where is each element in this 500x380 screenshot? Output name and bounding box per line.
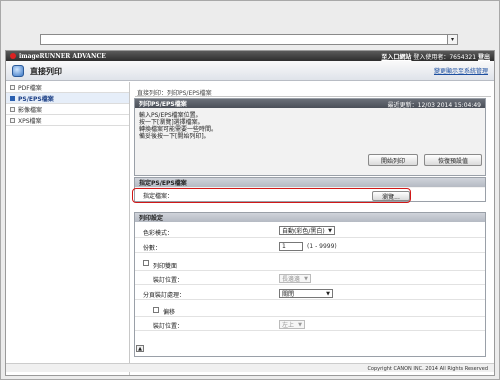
instruction-line: 按一下[瀏覽]選擇檔案。 [139, 119, 204, 126]
color-mode-label: 色彩模式： [143, 230, 174, 237]
duplex-checkbox[interactable] [143, 260, 149, 266]
footer: Copyright CANON INC. 2014 All Rights Res… [6, 363, 494, 372]
file-row: 指定檔案： [135, 188, 485, 201]
color-mode-select[interactable]: 自動(彩色/黑白) ▼ [279, 226, 335, 235]
duplex-label: 列印雙面 [153, 263, 178, 270]
staple-select[interactable]: 左上 ▼ [279, 320, 305, 329]
settings-panel-header: 列印設定 [135, 213, 485, 222]
offset-row: 偏移 [135, 303, 485, 317]
admin-mode-link[interactable]: 變更顯示至系統管理 [434, 66, 488, 75]
sidebar-item-label: PS/EPS檔案 [18, 95, 54, 103]
sidebar-item-xps[interactable]: XPS檔案 [6, 115, 129, 126]
chevron-down-icon: ▾ [450, 36, 454, 43]
duplex-row: 列印雙面 [135, 257, 485, 271]
sidebar-item-pdf[interactable]: PDF檔案 [6, 82, 129, 93]
binding-label: 裝訂位置： [153, 277, 184, 284]
settings-panel: 列印設定 色彩模式： 自動(彩色/黑白) ▼ 份數： 1 (1 - 9999) 列… [134, 212, 486, 357]
offset-checkbox[interactable] [153, 307, 159, 313]
print-panel-title: 列印PS/EPS檔案 [139, 101, 187, 108]
finishing-select[interactable]: 關閉 ▼ [279, 289, 333, 298]
portal-link[interactable]: 至入口網站 [381, 54, 411, 61]
brand-bar: imageRUNNER ADVANCE 至入口網站 登入使用者：7654321 … [6, 51, 494, 61]
file-label: 指定檔案： [143, 193, 174, 200]
scroll-top-button[interactable]: ▲ [136, 345, 144, 352]
staple-value: 左上 [282, 322, 295, 329]
direct-print-icon [12, 65, 24, 77]
browser-frame: ▾ imageRUNNER ADVANCE 至入口網站 登入使用者：765432… [0, 0, 500, 380]
copyright: Copyright CANON INC. 2014 All Rights Res… [367, 366, 488, 372]
color-mode-row: 色彩模式： 自動(彩色/黑白) ▼ [135, 224, 485, 238]
copies-label: 份數： [143, 245, 162, 252]
browse-button[interactable]: 瀏覽... [372, 191, 410, 201]
finishing-row: 分頁裝訂處理： 關閉 ▼ [135, 286, 485, 300]
color-mode-value: 自動(彩色/黑白) [282, 228, 325, 235]
last-updated: 最近更新：12/03 2014 15:04:49 [387, 102, 481, 109]
divider [135, 96, 491, 97]
instruction-line: 轉換檔案可能需要一些時間。 [139, 126, 218, 133]
chevron-down-icon: ▼ [298, 322, 302, 328]
chevron-down-icon: ▼ [326, 291, 330, 297]
bullet-icon [10, 84, 15, 90]
title-bar: 直接列印 變更顯示至系統管理 [6, 61, 494, 81]
sidebar-item-label: 影像檔案 [18, 106, 43, 114]
copies-input[interactable]: 1 [279, 242, 303, 251]
page-title: 直接列印 [30, 67, 62, 76]
binding-select[interactable]: 長邊邊 ▼ [279, 274, 311, 283]
arrow-up-icon: ▲ [138, 345, 142, 352]
binding-value: 長邊邊 [282, 276, 301, 283]
file-panel-header: 指定PS/EPS檔案 [135, 178, 485, 187]
copies-range: (1 - 9999) [307, 243, 337, 250]
sidebar-item-label: PDF檔案 [18, 84, 42, 92]
logout-link[interactable]: 登出 [478, 54, 490, 61]
print-panel: 列印PS/EPS檔案 最近更新：12/03 2014 15:04:49 輸入PS… [134, 98, 486, 176]
binding-row: 裝訂位置： 長邊邊 ▼ [135, 271, 485, 285]
sidebar-item-image[interactable]: 影像檔案 [6, 104, 129, 115]
copies-row: 份數： 1 (1 - 9999) [135, 239, 485, 253]
login-user: 登入使用者：7654321 [413, 54, 477, 61]
address-dropdown[interactable]: ▾ [447, 35, 457, 44]
bullet-icon [10, 95, 15, 101]
file-panel: 指定PS/EPS檔案 指定檔案： 瀏覽... [134, 177, 486, 202]
chevron-down-icon: ▼ [304, 276, 308, 282]
restore-defaults-button[interactable]: 恢復預設值 [424, 154, 482, 166]
address-bar[interactable]: ▾ [40, 34, 458, 45]
start-print-button[interactable]: 開始列印 [368, 154, 418, 166]
staple-label: 裝訂位置： [153, 323, 184, 330]
staple-row: 裝訂位置： 左上 ▼ [135, 317, 485, 331]
print-panel-header: 列印PS/EPS檔案 最近更新：12/03 2014 15:04:49 [135, 99, 485, 109]
brand-title: imageRUNNER ADVANCE [19, 52, 106, 60]
offset-label: 偏移 [163, 309, 176, 316]
sidebar-item-label: XPS檔案 [18, 117, 42, 125]
canon-logo-icon [10, 53, 16, 59]
instructions: 輸入PS/EPS檔案位置。 按一下[瀏覽]選擇檔案。 轉換檔案可能需要一些時間。… [139, 112, 217, 140]
instruction-line: 備妥後按一下[開始列印]。 [139, 133, 210, 140]
finishing-value: 關閉 [282, 291, 295, 298]
sidebar: PDF檔案 PS/EPS檔案 影像檔案 XPS檔案 [6, 82, 130, 375]
brand-right: 至入口網站 登入使用者：7654321 登出 [381, 52, 490, 61]
instruction-line: 輸入PS/EPS檔案位置。 [139, 112, 202, 119]
chevron-down-icon: ▼ [328, 228, 332, 234]
bullet-icon [10, 117, 15, 123]
bullet-icon [10, 106, 15, 112]
finishing-label: 分頁裝訂處理： [143, 292, 186, 299]
sidebar-item-ps-eps[interactable]: PS/EPS檔案 [6, 93, 129, 104]
